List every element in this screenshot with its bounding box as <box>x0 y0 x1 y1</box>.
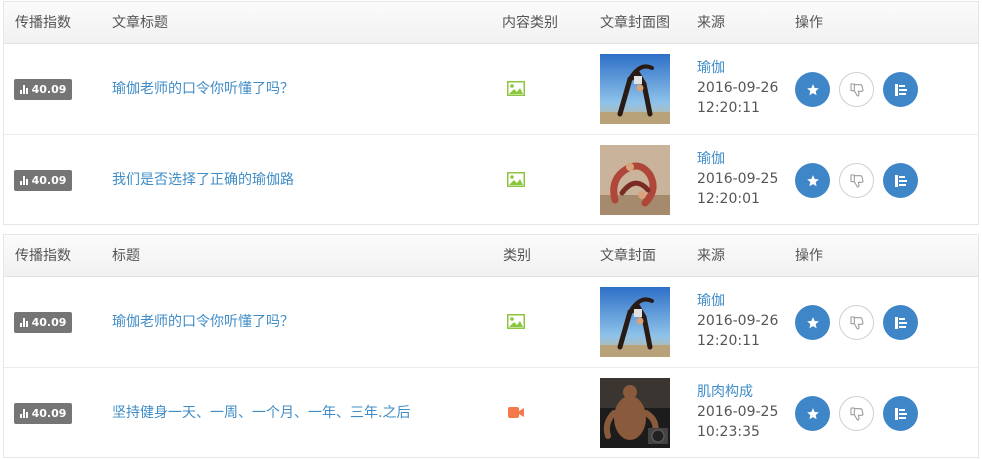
details-button[interactable] <box>883 163 918 198</box>
bar-chart-icon <box>19 317 29 327</box>
spread-index-value: 40.09 <box>31 174 67 187</box>
details-button[interactable] <box>883 396 918 431</box>
header-cover[interactable]: 文章封面 <box>600 235 656 277</box>
image-category-icon <box>507 81 525 96</box>
publish-time: 12:20:11 <box>697 100 760 116</box>
source-info: 瑜伽 2016-09-26 12:20:11 <box>697 291 778 351</box>
spread-index-badge: 40.09 <box>14 79 72 100</box>
thumbs-down-icon <box>849 173 864 188</box>
source-info: 瑜伽 2016-09-25 12:20:01 <box>697 149 778 209</box>
dislike-button[interactable] <box>839 396 874 431</box>
header-title[interactable]: 标题 <box>112 235 140 277</box>
star-icon <box>806 407 819 419</box>
bar-chart-icon <box>19 84 29 94</box>
favorite-button[interactable] <box>795 396 830 431</box>
image-category-icon <box>507 314 525 329</box>
header-actions: 操作 <box>795 15 823 31</box>
header-actions: 操作 <box>795 248 823 264</box>
spread-index-badge: 40.09 <box>14 403 72 424</box>
align-left-icon <box>894 407 907 420</box>
article-cover-image[interactable] <box>600 145 670 215</box>
table-row: 40.09 坚持健身一天、一周、一个月、一年、三年.之后 肌肉构成 2016-0… <box>4 368 978 459</box>
table-header: 传播指数 标题 类别 文章封面 来源 操作 <box>4 235 978 277</box>
bar-chart-icon <box>19 175 29 185</box>
spread-index-badge: 40.09 <box>14 170 72 191</box>
align-left-icon <box>894 316 907 329</box>
details-button[interactable] <box>883 305 918 340</box>
star-icon <box>806 83 819 95</box>
header-source[interactable]: 来源 <box>697 235 725 277</box>
article-title-link[interactable]: 瑜伽老师的口令你听懂了吗？ <box>112 277 294 368</box>
header-source[interactable]: 来源 <box>697 2 725 44</box>
source-link[interactable]: 肌肉构成 <box>697 382 778 402</box>
article-cover-image[interactable] <box>600 54 670 124</box>
video-category-icon <box>508 407 524 418</box>
source-link[interactable]: 瑜伽 <box>697 58 778 78</box>
header-cover[interactable]: 文章封面图 <box>600 2 670 44</box>
spread-index-value: 40.09 <box>31 83 67 96</box>
favorite-button[interactable] <box>795 163 830 198</box>
publish-date: 2016-09-26 <box>697 80 779 96</box>
align-left-icon <box>894 83 907 96</box>
star-icon <box>806 316 819 328</box>
dislike-button[interactable] <box>839 305 874 340</box>
header-spread-index[interactable]: 传播指数 <box>15 2 71 44</box>
bar-chart-icon <box>19 408 29 418</box>
dislike-button[interactable] <box>839 163 874 198</box>
header-spread-index[interactable]: 传播指数 <box>15 235 71 277</box>
details-button[interactable] <box>883 72 918 107</box>
spread-index-badge: 40.09 <box>14 312 72 333</box>
star-icon <box>806 174 819 186</box>
align-left-icon <box>894 174 907 187</box>
image-category-icon <box>507 172 525 187</box>
publish-date: 2016-09-25 <box>697 171 779 187</box>
favorite-button[interactable] <box>795 72 830 107</box>
article-cover-image[interactable] <box>600 378 670 448</box>
table-header: 传播指数 文章标题 内容类别 文章封面图 来源 操作 <box>4 2 978 44</box>
source-info: 肌肉构成 2016-09-25 10:23:35 <box>697 382 778 442</box>
table-row: 40.09 瑜伽老师的口令你听懂了吗？ 瑜伽 2016-09-26 12:20:… <box>4 277 978 368</box>
article-title-link[interactable]: 瑜伽老师的口令你听懂了吗？ <box>112 44 294 135</box>
source-link[interactable]: 瑜伽 <box>697 291 778 311</box>
header-title[interactable]: 文章标题 <box>112 2 168 44</box>
header-category[interactable]: 内容类别 <box>502 2 558 44</box>
articles-table-1: 传播指数 文章标题 内容类别 文章封面图 来源 操作 40.09 瑜伽老师的口令… <box>3 1 979 225</box>
thumbs-down-icon <box>849 82 864 97</box>
publish-time: 12:20:01 <box>697 191 760 207</box>
thumbs-down-icon <box>849 315 864 330</box>
source-info: 瑜伽 2016-09-26 12:20:11 <box>697 58 778 118</box>
article-title-link[interactable]: 我们是否选择了正确的瑜伽路 <box>112 135 294 226</box>
thumbs-down-icon <box>849 406 864 421</box>
table-row: 40.09 我们是否选择了正确的瑜伽路 瑜伽 2016-09-25 12:20:… <box>4 135 978 226</box>
spread-index-value: 40.09 <box>31 407 67 420</box>
article-cover-image[interactable] <box>600 287 670 357</box>
article-title-link[interactable]: 坚持健身一天、一周、一个月、一年、三年.之后 <box>112 368 410 459</box>
articles-table-2: 传播指数 标题 类别 文章封面 来源 操作 40.09 瑜伽老师的口令你听懂了吗… <box>3 234 979 458</box>
dislike-button[interactable] <box>839 72 874 107</box>
favorite-button[interactable] <box>795 305 830 340</box>
publish-date: 2016-09-25 <box>697 404 779 420</box>
spread-index-value: 40.09 <box>31 316 67 329</box>
table-row: 40.09 瑜伽老师的口令你听懂了吗？ 瑜伽 2016-09-26 12:20:… <box>4 44 978 135</box>
publish-time: 12:20:11 <box>697 333 760 349</box>
source-link[interactable]: 瑜伽 <box>697 149 778 169</box>
publish-date: 2016-09-26 <box>697 313 779 329</box>
publish-time: 10:23:35 <box>697 424 760 440</box>
header-category[interactable]: 类别 <box>503 235 531 277</box>
